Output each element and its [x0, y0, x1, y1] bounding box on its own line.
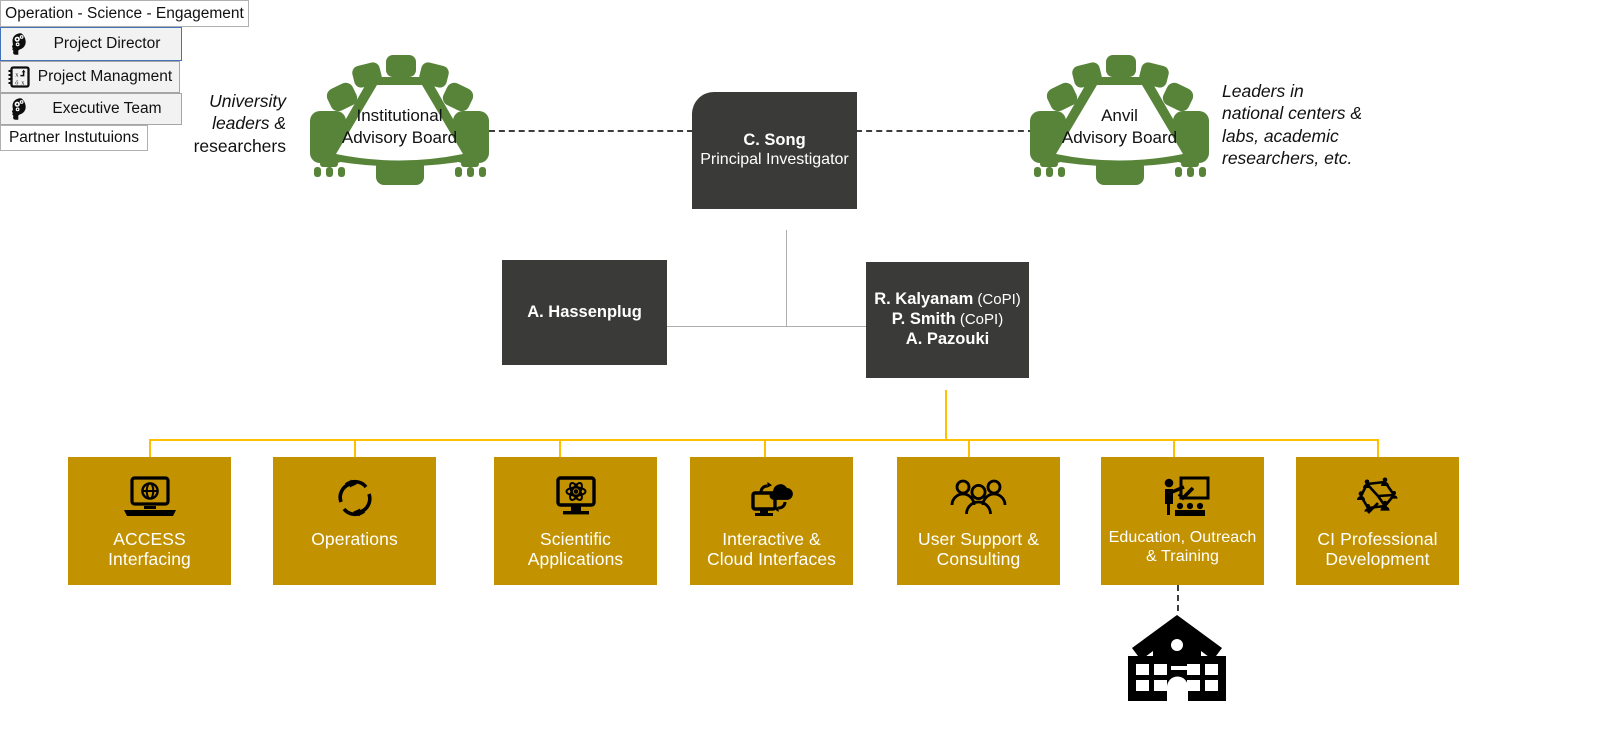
project-director-label: Project Director — [53, 35, 161, 52]
dashed-connector-left-board-to-pi — [489, 130, 693, 132]
presenter-board-icon — [1155, 475, 1211, 521]
institution-building-icon — [1128, 615, 1226, 701]
svg-text:ó: ó — [15, 79, 18, 86]
monitor-atom-icon — [550, 475, 602, 521]
work-area-user-support-consulting[interactable]: User Support & Consulting — [897, 457, 1060, 585]
project-manager-name: A. Hassenplug — [527, 302, 642, 321]
connector-drop-2 — [559, 439, 561, 457]
work-area-label: Scientific Applications — [527, 529, 624, 570]
work-area-label: CI Professional Development — [1317, 529, 1438, 570]
executive-team-badge: Executive Team — [0, 93, 182, 125]
work-area-label: ACCESS Interfacing — [108, 529, 191, 570]
connector-drop-6 — [1377, 439, 1379, 457]
work-area-label: Education, Outreach & Training — [1108, 529, 1257, 565]
svg-text:x: x — [21, 79, 25, 86]
partner-institutions-label: Partner Instutuions — [8, 129, 140, 146]
work-area-label: Operations — [311, 529, 398, 549]
pi-name: C. Song — [743, 131, 806, 150]
institutional-advisory-board: Institutional Advisory Board — [308, 55, 491, 185]
svg-text:x: x — [15, 71, 19, 78]
work-area-operations[interactable]: Operations — [273, 457, 436, 585]
work-area-interactive-cloud-interfaces[interactable]: Interactive & Cloud Interfaces — [690, 457, 853, 585]
work-area-access-interfacing[interactable]: ACCESS Interfacing — [68, 457, 231, 585]
project-management-label: Project Managment — [37, 68, 173, 85]
executive-member-1: P. Smith (CoPI) — [891, 310, 1004, 329]
project-plan-icon: x ó x — [7, 65, 31, 89]
principal-investigator-box: C. Song Principal Investigator — [692, 92, 857, 209]
network-people-icon — [1352, 475, 1404, 521]
anvil-board-caption: Leaders in national centers & labs, acad… — [1222, 81, 1363, 169]
people-group-icon — [949, 475, 1009, 521]
partner-institutions-icon-wrap — [1118, 611, 1236, 703]
cloud-monitor-icon — [745, 475, 799, 521]
anvil-board-label: Anvil Advisory Board — [1061, 106, 1178, 148]
work-area-label: Interactive & Cloud Interfaces — [706, 529, 837, 570]
work-area-scientific-applications[interactable]: Scientific Applications — [494, 457, 657, 585]
executive-member-0: R. Kalyanam (CoPI) — [874, 290, 1021, 309]
project-director-badge: Project Director — [0, 27, 182, 61]
work-area-education-outreach-training[interactable]: Education, Outreach & Training — [1101, 457, 1264, 585]
project-management-badge: x ó x Project Managment — [0, 61, 180, 93]
dashed-connector-to-partners — [1177, 585, 1179, 611]
head-with-gears-icon — [7, 31, 33, 57]
project-management-box: A. Hassenplug — [502, 260, 667, 365]
laptop-globe-icon — [122, 475, 178, 521]
executive-member-2: A. Pazouki — [905, 329, 990, 348]
connector-drop-5 — [1173, 439, 1175, 457]
executive-team-box: R. Kalyanam (CoPI) P. Smith (CoPI) A. Pa… — [866, 262, 1029, 378]
institutional-board-label: Institutional Advisory Board — [341, 106, 458, 148]
connector-executive-to-workareas-trunk — [945, 390, 947, 441]
connector-drop-1 — [354, 439, 356, 457]
head-with-gears-icon — [7, 96, 33, 122]
work-area-ci-professional-development[interactable]: CI Professional Development — [1296, 457, 1459, 585]
executive-team-label: Executive Team — [52, 100, 162, 117]
partner-institutions-tag: Partner Instutuions — [0, 125, 148, 151]
dashed-connector-pi-to-right-board — [856, 130, 1034, 132]
anvil-advisory-board: Anvil Advisory Board — [1028, 55, 1211, 185]
connector-drop-0 — [149, 439, 151, 457]
institutional-board-caption: University leaders & researchers — [193, 91, 286, 156]
org-chart-diagram: Institutional Advisory Board University … — [0, 0, 1598, 751]
connector-middle-row-bus — [667, 326, 866, 327]
refresh-cycle-icon — [330, 475, 380, 521]
work-area-label: User Support & Consulting — [917, 529, 1040, 570]
anvil-board-scope-label: Operation - Science - Engagement — [5, 4, 244, 22]
anvil-board-scope-tag: Operation - Science - Engagement — [0, 0, 249, 27]
pi-role: Principal Investigator — [700, 150, 849, 168]
connector-drop-4 — [968, 439, 970, 457]
connector-drop-3 — [764, 439, 766, 457]
connector-pi-to-middle-row — [786, 230, 787, 326]
